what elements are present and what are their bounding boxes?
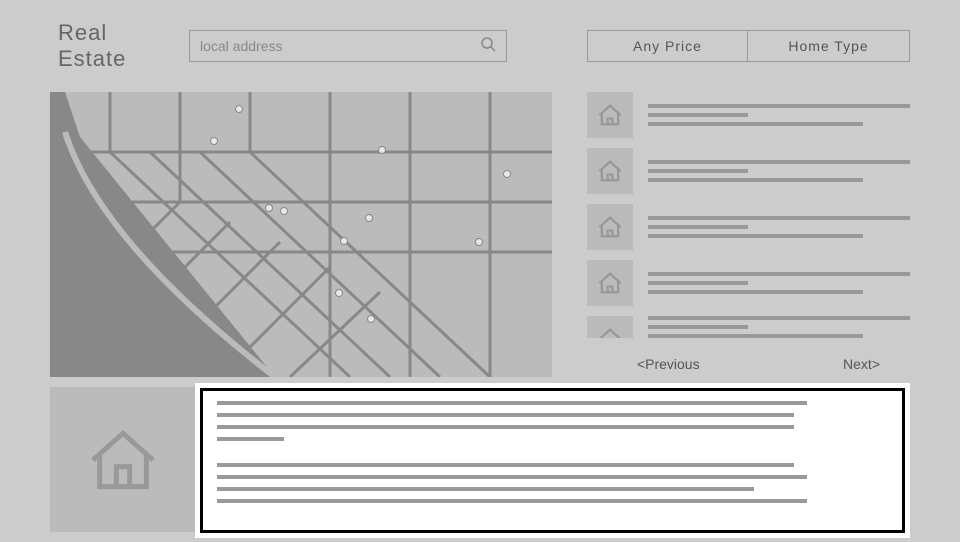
search-box[interactable] [189, 30, 507, 62]
filter-type-button[interactable]: Home Type [747, 30, 910, 62]
map-view[interactable] [50, 92, 552, 377]
map-marker[interactable] [210, 137, 218, 145]
listing-thumbnail [587, 92, 633, 138]
listing-item[interactable] [587, 204, 910, 250]
listing-thumbnail [587, 316, 633, 338]
map-marker[interactable] [265, 204, 273, 212]
listing-item[interactable] [587, 148, 910, 194]
search-icon[interactable] [480, 36, 496, 57]
filter-price-button[interactable]: Any Price [587, 30, 747, 62]
listing-text [648, 316, 910, 338]
next-button[interactable]: Next> [843, 356, 880, 372]
detail-content[interactable] [200, 388, 905, 533]
map-marker[interactable] [378, 146, 386, 154]
site-title: Real Estate [58, 20, 144, 72]
map-marker[interactable] [475, 238, 483, 246]
listing-item[interactable] [587, 260, 910, 306]
map-marker[interactable] [235, 105, 243, 113]
listing-item[interactable] [587, 316, 910, 338]
detail-thumbnail [50, 387, 195, 532]
search-input[interactable] [200, 38, 480, 54]
map-marker[interactable] [503, 170, 511, 178]
listing-text [648, 92, 910, 138]
prev-button[interactable]: <Previous [637, 356, 700, 372]
map-marker[interactable] [280, 207, 288, 215]
listings-panel: <Previous Next> [587, 92, 910, 377]
listing-text [648, 148, 910, 194]
listing-thumbnail [587, 148, 633, 194]
map-marker[interactable] [340, 237, 348, 245]
listing-thumbnail [587, 260, 633, 306]
map-marker[interactable] [335, 289, 343, 297]
listing-text [648, 204, 910, 250]
map-marker[interactable] [367, 315, 375, 323]
detail-panel [195, 383, 910, 538]
map-marker[interactable] [365, 214, 373, 222]
listing-item[interactable] [587, 92, 910, 138]
listing-thumbnail [587, 204, 633, 250]
listing-text [648, 260, 910, 306]
